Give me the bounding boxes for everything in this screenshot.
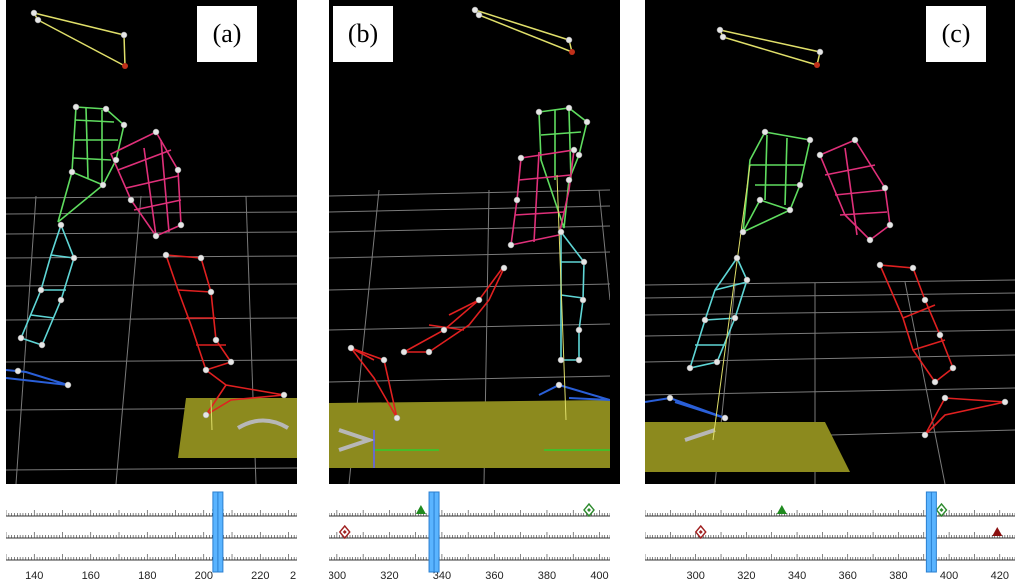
tick-label: 220	[251, 570, 269, 582]
floor-plate	[178, 398, 297, 458]
panel-label: (b)	[333, 6, 393, 62]
tick-label: 400	[940, 570, 958, 582]
tick-label: 360	[839, 570, 857, 582]
floor-plate	[329, 400, 610, 468]
scene-b	[329, 6, 610, 484]
torso-segment	[57, 106, 125, 223]
torso-segment	[538, 107, 588, 229]
panel-c: (c) 300 320 340 360 380 400 420	[645, 0, 1015, 584]
leg-left-segment	[19, 222, 75, 346]
keyframe-marker[interactable]	[776, 505, 787, 514]
tick-label: 380	[889, 570, 907, 582]
panel-a: (a) 140 160 180 200 220 2	[6, 0, 297, 584]
tick-label: 340	[788, 570, 806, 582]
leg-right-segment	[350, 265, 506, 419]
keyframe-marker[interactable]	[415, 505, 426, 514]
floor-plate	[645, 422, 850, 472]
3d-viewport[interactable]: (b)	[329, 0, 620, 484]
leg-left-segment	[688, 256, 748, 370]
leg-right-segment	[878, 264, 1006, 436]
tick-label: 140	[25, 570, 43, 582]
timeline-track[interactable]: 300 320 340 360 380 400	[329, 486, 610, 584]
tick-label: 320	[737, 570, 755, 582]
tick-label: 2	[290, 570, 296, 582]
panel-label: (c)	[926, 6, 986, 62]
tick-label: 380	[538, 570, 556, 582]
joint-markers	[347, 6, 591, 422]
tick-label: 420	[991, 570, 1009, 582]
leg-left-segment	[560, 229, 585, 361]
panel-b: (b) 300 320 340 360 380 400	[329, 0, 620, 584]
tick-label: 300	[687, 570, 705, 582]
tick-label: 300	[329, 570, 346, 582]
tick-label: 360	[485, 570, 503, 582]
leg-right-segment	[164, 254, 285, 416]
tick-label: 320	[380, 570, 398, 582]
timeline[interactable]: 300 320 340 360 380 400	[329, 486, 620, 584]
arm-segment	[109, 130, 182, 237]
timeline[interactable]: 140 160 180 200 220 2	[6, 486, 297, 584]
tick-label: 400	[590, 570, 608, 582]
timeline-track[interactable]: 140 160 180 200 220 2	[6, 486, 297, 584]
arm-segment	[818, 138, 891, 242]
tick-label: 160	[82, 570, 100, 582]
timeline[interactable]: 300 320 340 360 380 400 420	[645, 486, 1015, 584]
joint-markers	[666, 26, 1009, 439]
scene-c	[645, 26, 1015, 484]
tick-label: 180	[138, 570, 156, 582]
keyframe-marker[interactable]	[992, 527, 1003, 536]
panel-label: (a)	[197, 6, 257, 62]
head-marker	[32, 11, 126, 68]
timeline-track[interactable]: 300 320 340 360 380 400 420	[645, 486, 1015, 584]
3d-viewport[interactable]: (c)	[645, 0, 1015, 484]
3d-viewport[interactable]: (a)	[6, 0, 297, 484]
scene-a	[6, 9, 297, 484]
tick-label: 200	[195, 570, 213, 582]
